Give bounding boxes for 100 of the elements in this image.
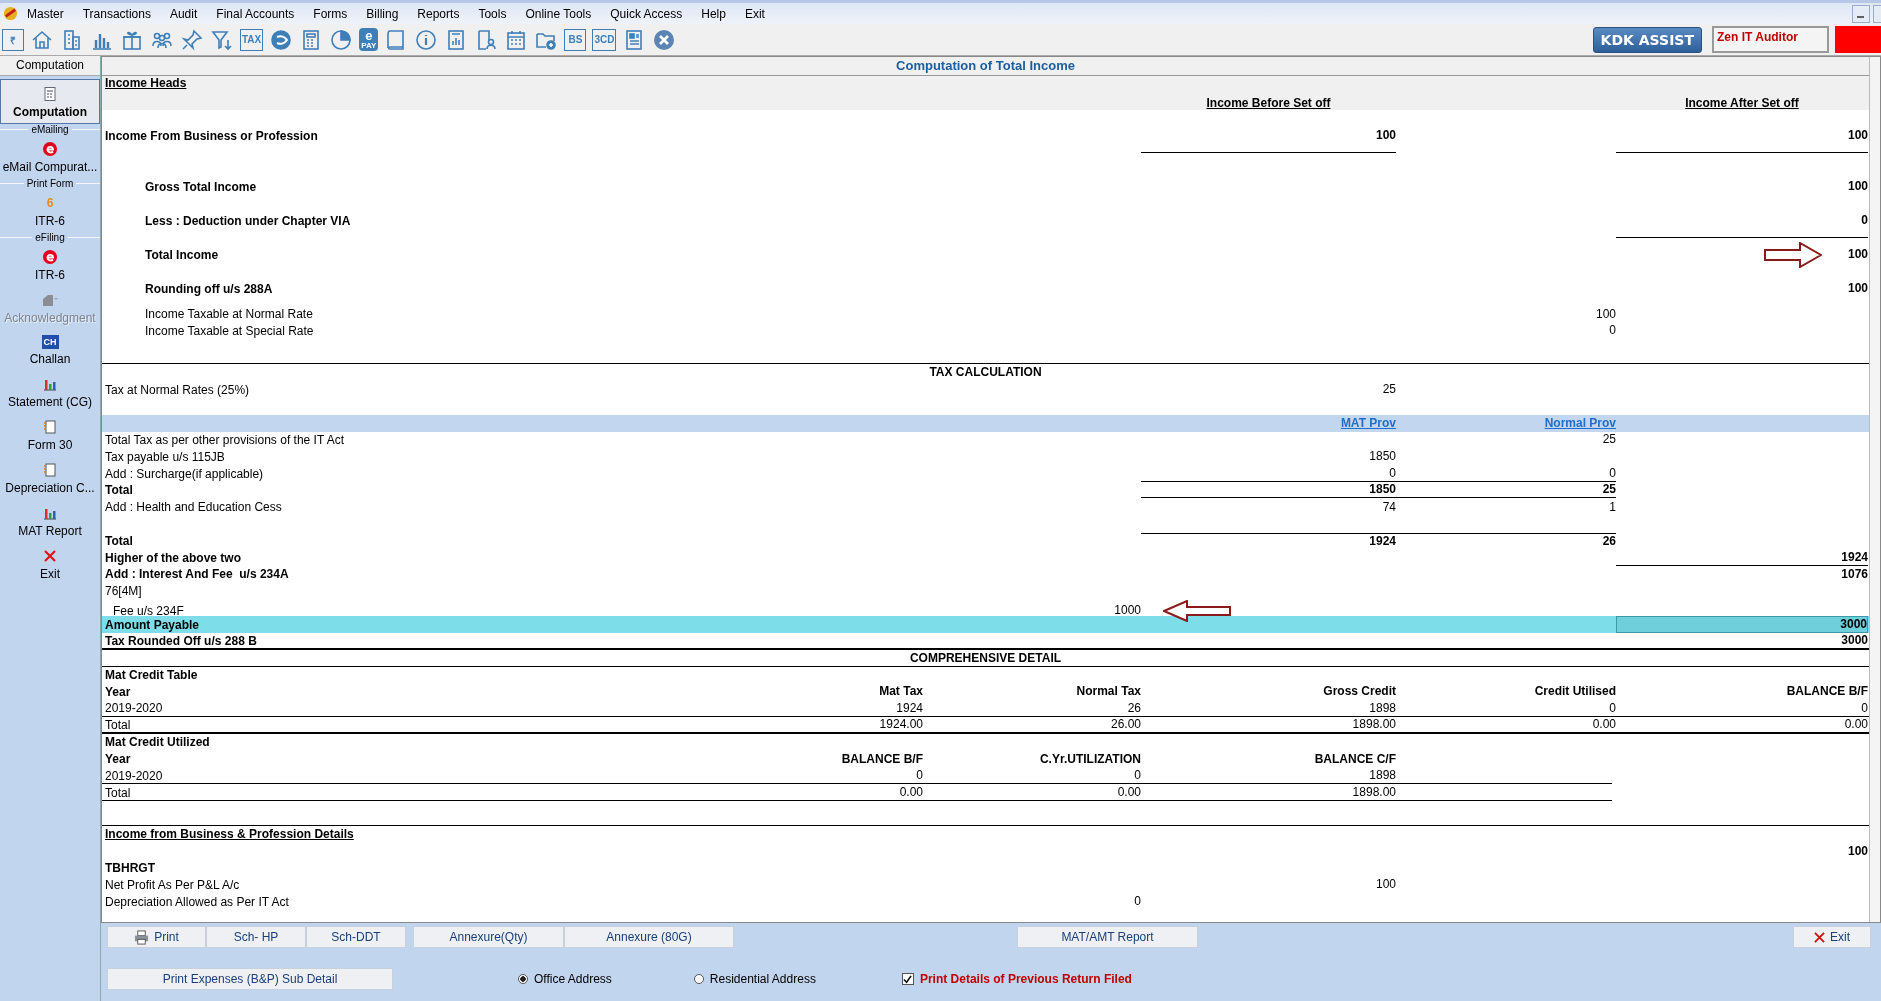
table-cell: BALANCE B/F [841, 751, 923, 767]
row-label: 2019-2020 [105, 701, 164, 716]
sidebar-item[interactable]: eMail Compurat... [0, 135, 100, 178]
table-cell: 3000 [1841, 633, 1868, 649]
row-label: Net Profit As Per P&L A/c [105, 877, 241, 892]
table-cell: 0 [1141, 465, 1396, 482]
sidebar-item[interactable]: 6 ITR-6 [0, 189, 100, 232]
table-cell: 1924 [1616, 549, 1868, 566]
table-cell: 100 [1595, 306, 1616, 322]
column-heading: Income After Set off [1684, 96, 1800, 110]
table-cell: 1898.00 [1352, 785, 1396, 801]
table-cell: 25 [1382, 382, 1396, 398]
row-label: Year [105, 752, 132, 767]
table-cell: 1924 [1141, 532, 1396, 549]
sidebar-item[interactable]: Exit [0, 542, 100, 585]
menu-item[interactable]: Forms [313, 6, 348, 21]
table-cell: 74 [1382, 499, 1396, 515]
group-label: eFiling [35, 232, 65, 243]
menu-item[interactable]: Master [27, 6, 64, 21]
group-label: eMailing [31, 124, 69, 135]
group-label: Print Form [26, 178, 74, 189]
row-label: Total [105, 483, 134, 498]
sidebar-tab[interactable]: Computation [0, 56, 100, 76]
action-button[interactable]: Annexure(Qty) [413, 926, 564, 948]
toolbar-button[interactable]: 3CD [592, 28, 617, 51]
sidebar-item[interactable]: Statement (CG) [0, 370, 100, 413]
action-button[interactable]: Annexure (80G) [564, 926, 734, 948]
pay-toolbar-button[interactable]: e PAY [359, 28, 379, 51]
disc-icon[interactable] [269, 27, 294, 52]
menu-item[interactable]: Billing [366, 6, 399, 21]
row-label: Total Income [144, 247, 220, 262]
print-expenses-button[interactable]: Print Expenses (B&P) Sub Detail [107, 968, 393, 990]
table-cell: 0 [1134, 894, 1141, 910]
table-cell: Credit Utilised [1534, 684, 1616, 700]
menu-item[interactable]: Tools [478, 6, 507, 21]
email-icon [42, 249, 58, 265]
row-label: Tax payable u/s 115JB [105, 449, 226, 464]
sidebar-item[interactable]: ITR-6 [0, 243, 100, 286]
sidebar-item[interactable]: Form 30 [0, 413, 100, 456]
print-previous-checkbox[interactable]: Print Details of Previous Return Filed [901, 972, 1132, 986]
toolbar-button[interactable]: ₹ [2, 28, 24, 51]
row-label: Depreciation Allowed as Per IT Act [105, 894, 290, 909]
toolbar-button[interactable]: BS [564, 28, 587, 51]
table-cell: 0.00 [1117, 785, 1141, 801]
minimize-button[interactable] [1852, 4, 1870, 23]
menu-item[interactable]: Transactions [82, 6, 151, 21]
toolbar-button[interactable]: TAX [240, 28, 264, 51]
menu-item[interactable]: Reports [417, 6, 460, 21]
row-label: Mat Credit Table [105, 668, 199, 683]
menu-item[interactable]: Audit [169, 6, 198, 21]
address-radio[interactable]: Office Address [518, 972, 612, 986]
table-cell: 1924.00 [879, 717, 923, 733]
table-cell: Normal Tax [1076, 684, 1141, 700]
action-button[interactable]: Sch-DDT [306, 926, 406, 948]
menu-item[interactable]: Online Tools [525, 6, 592, 21]
table-cell: 100 [1847, 281, 1868, 297]
table-cell: 100 [1616, 128, 1868, 153]
stamp-icon [42, 292, 58, 308]
sidebar-item[interactable]: Depreciation C... [0, 456, 100, 499]
row-label: 2019-2020 [105, 768, 164, 783]
sidebar-item[interactable]: CH Challan [0, 329, 100, 370]
table-cell: Mat Tax [879, 684, 923, 700]
action-button[interactable]: MAT/AMT Report [1017, 926, 1198, 948]
table-cell: 26 [1127, 700, 1141, 716]
row-label: Income Taxable at Special Rate [144, 324, 315, 338]
column-heading: Income Before Set off [1205, 96, 1332, 110]
table-cell: 100 [1847, 843, 1868, 859]
menu-item[interactable]: Exit [744, 6, 765, 21]
close-icon [42, 548, 58, 564]
action-button[interactable]: Print [107, 926, 206, 948]
document-icon [42, 86, 58, 102]
address-radio[interactable]: Residential Address [693, 972, 816, 986]
info-icon[interactable] [414, 27, 439, 52]
sidebar-item[interactable]: Computation [0, 79, 100, 124]
row-label: Total [105, 785, 132, 800]
menu-item[interactable]: Quick Access [610, 6, 683, 21]
close-icon [1814, 931, 1825, 943]
table-cell: 100 [1847, 179, 1868, 195]
table-cell: 0 [916, 768, 923, 784]
table-cell: 26.00 [1110, 717, 1141, 733]
table-cell: 100 [1141, 128, 1396, 153]
menu-item[interactable]: Final Accounts [216, 6, 295, 21]
action-button[interactable]: Exit [1793, 926, 1871, 948]
row-label: 76[4M] [105, 584, 143, 599]
sidebar-item[interactable]: MAT Report [0, 499, 100, 542]
pie-icon[interactable] [329, 27, 354, 52]
assist-button[interactable]: KDK ASSIST [1592, 26, 1702, 53]
menu-item[interactable]: Help [701, 6, 726, 21]
table-cell: 0 [1616, 212, 1868, 238]
row-label: Amount Payable [105, 617, 201, 632]
table-cell: 1076 [1841, 566, 1868, 582]
section-heading: TAX CALCULATION [929, 365, 1042, 380]
scrollbar[interactable] [1869, 57, 1880, 922]
pin-icon[interactable] [180, 27, 204, 52]
close-icon[interactable] [652, 27, 677, 52]
row-label: Add : Health and Education Cess [105, 500, 283, 515]
table-cell: 0 [1609, 700, 1616, 716]
row-label: Total [105, 717, 132, 732]
action-button[interactable]: Sch- HP [206, 926, 306, 948]
app-logo-icon [3, 6, 18, 21]
